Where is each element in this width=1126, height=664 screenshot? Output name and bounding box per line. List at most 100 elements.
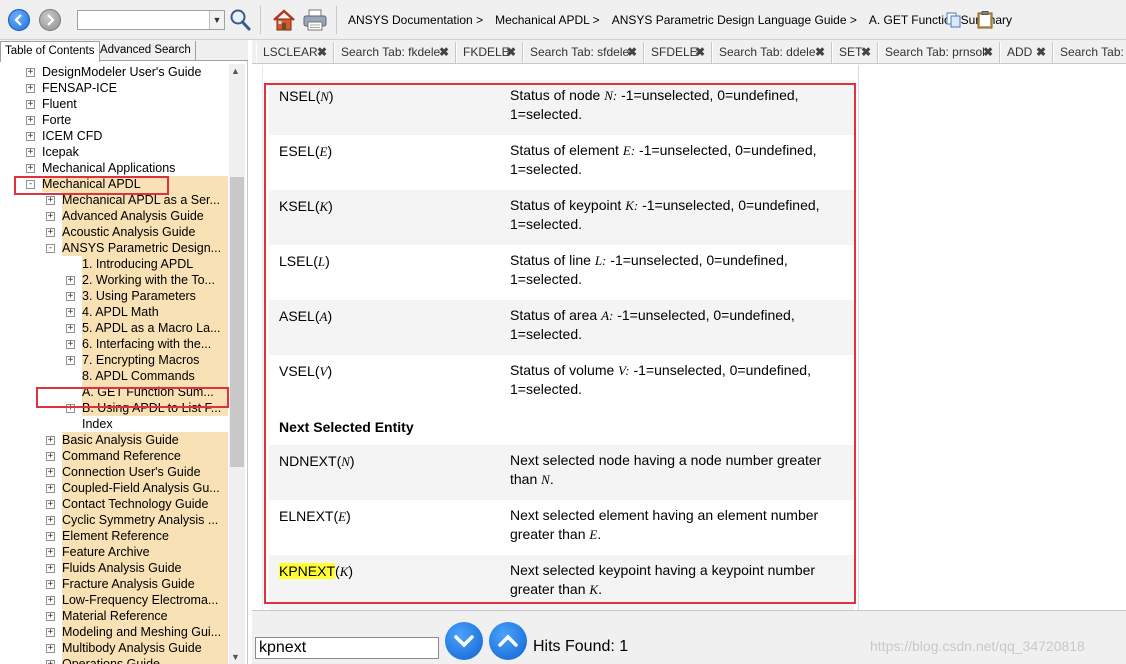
toc-item[interactable]: 8. APDL Commands — [0, 368, 230, 384]
toc-item[interactable]: + Mechanical Applications — [0, 160, 230, 176]
toc-item[interactable]: 1. Introducing APDL — [0, 256, 230, 272]
result-tab[interactable]: Search Tab: prnsol ✖ — [878, 42, 1000, 63]
expand-icon[interactable]: + — [46, 500, 55, 509]
toc-item[interactable]: + Fracture Analysis Guide — [0, 576, 230, 592]
toc-item[interactable]: + Modeling and Meshing Gui... — [0, 624, 230, 640]
toc-item[interactable]: + Basic Analysis Guide — [0, 432, 230, 448]
toc-item[interactable]: + Contact Technology Guide — [0, 496, 230, 512]
result-tab[interactable]: Search Tab: kp — [1053, 42, 1126, 63]
toc-item[interactable]: + Fluent — [0, 96, 230, 112]
close-icon[interactable]: ✖ — [627, 45, 637, 59]
clipboard-icon[interactable] — [977, 11, 993, 29]
expand-icon[interactable]: + — [26, 68, 35, 77]
expand-icon[interactable]: + — [46, 660, 55, 664]
breadcrumb-item[interactable]: ANSYS Documentation > — [348, 13, 483, 27]
tab-advanced-search[interactable]: Advanced Search — [96, 41, 196, 61]
result-tab[interactable]: Search Tab: sfdele ✖ — [523, 42, 644, 63]
breadcrumb-item[interactable]: Mechanical APDL > — [495, 13, 600, 27]
close-icon[interactable]: ✖ — [815, 45, 825, 59]
expand-icon[interactable]: + — [46, 548, 55, 557]
toc-item[interactable]: + Fluids Analysis Guide — [0, 560, 230, 576]
toc-item[interactable]: + Connection User's Guide — [0, 464, 230, 480]
expand-icon[interactable]: + — [26, 148, 35, 157]
toc-item[interactable]: +7. Encrypting Macros — [0, 352, 230, 368]
back-button[interactable] — [8, 9, 30, 31]
toc-item[interactable]: + Acoustic Analysis Guide — [0, 224, 230, 240]
toc-item[interactable]: +3. Using Parameters — [0, 288, 230, 304]
toc-item[interactable]: + Multibody Analysis Guide — [0, 640, 230, 656]
expand-icon[interactable]: + — [46, 628, 55, 637]
result-tab[interactable]: ADD ✖ — [1000, 42, 1053, 63]
result-tab[interactable]: Search Tab: fkdele ✖ — [334, 42, 456, 63]
copy-icon[interactable] — [946, 12, 962, 28]
expand-icon[interactable]: + — [46, 612, 55, 621]
expand-icon[interactable]: + — [46, 212, 55, 221]
expand-icon[interactable]: + — [66, 308, 75, 317]
search-combo-input[interactable]: ▼ — [77, 10, 225, 30]
close-icon[interactable]: ✖ — [1036, 45, 1046, 59]
expand-icon[interactable]: + — [46, 196, 55, 205]
tree-scrollbar[interactable]: ▲ ▼ — [229, 64, 245, 664]
toc-item[interactable]: + ICEM CFD — [0, 128, 230, 144]
find-previous-button[interactable] — [489, 622, 527, 660]
expand-icon[interactable]: + — [46, 452, 55, 461]
expand-icon[interactable]: + — [66, 324, 75, 333]
expand-icon[interactable]: + — [26, 116, 35, 125]
expand-icon[interactable]: + — [46, 468, 55, 477]
close-icon[interactable]: ✖ — [695, 45, 705, 59]
toc-item[interactable]: + Advanced Analysis Guide — [0, 208, 230, 224]
close-icon[interactable]: ✖ — [317, 45, 327, 59]
expand-icon[interactable]: + — [46, 532, 55, 541]
print-icon[interactable] — [303, 9, 327, 31]
toc-item[interactable]: +6. Interfacing with the... — [0, 336, 230, 352]
toc-item[interactable]: + Forte — [0, 112, 230, 128]
expand-icon[interactable]: + — [46, 564, 55, 573]
search-icon[interactable] — [228, 8, 252, 32]
result-tab[interactable]: SFDELE ✖ — [644, 42, 712, 63]
expand-icon[interactable]: + — [46, 484, 55, 493]
toc-item[interactable]: + Operations Guide — [0, 656, 230, 664]
toc-item[interactable]: + Element Reference — [0, 528, 230, 544]
toc-item[interactable]: + Cyclic Symmetry Analysis ... — [0, 512, 230, 528]
expand-icon[interactable]: + — [46, 596, 55, 605]
scroll-down-icon[interactable]: ▼ — [231, 652, 240, 662]
expand-icon[interactable]: + — [26, 132, 35, 141]
close-icon[interactable]: ✖ — [506, 45, 516, 59]
expand-icon[interactable]: + — [46, 580, 55, 589]
result-tab[interactable]: SET ✖ — [832, 42, 878, 63]
find-input[interactable] — [255, 637, 439, 659]
close-icon[interactable]: ✖ — [861, 45, 871, 59]
expand-icon[interactable]: + — [46, 516, 55, 525]
expand-icon[interactable]: + — [66, 276, 75, 285]
tab-table-of-contents[interactable]: Table of Contents — [0, 41, 100, 62]
forward-button[interactable] — [39, 9, 61, 31]
toc-item[interactable]: + Command Reference — [0, 448, 230, 464]
collapse-icon[interactable]: - — [46, 244, 55, 253]
toc-item[interactable]: - ANSYS Parametric Design... — [0, 240, 230, 256]
result-tab[interactable]: Search Tab: ddele ✖ — [712, 42, 832, 63]
expand-icon[interactable]: + — [66, 356, 75, 365]
result-tab[interactable]: FKDELE ✖ — [456, 42, 523, 63]
expand-icon[interactable]: + — [46, 436, 55, 445]
expand-icon[interactable]: + — [26, 100, 35, 109]
expand-icon[interactable]: + — [26, 84, 35, 93]
home-icon[interactable] — [272, 8, 296, 32]
chevron-down-icon[interactable]: ▼ — [209, 11, 224, 29]
close-icon[interactable]: ✖ — [983, 45, 993, 59]
expand-icon[interactable]: + — [46, 644, 55, 653]
find-next-button[interactable] — [445, 622, 483, 660]
breadcrumb-item[interactable]: ANSYS Parametric Design Language Guide > — [612, 13, 857, 27]
expand-icon[interactable]: + — [26, 164, 35, 173]
toc-item[interactable]: + Coupled-Field Analysis Gu... — [0, 480, 230, 496]
toc-item[interactable]: + DesignModeler User's Guide — [0, 64, 230, 80]
toc-item[interactable]: Index — [0, 416, 230, 432]
toc-item[interactable]: + Icepak — [0, 144, 230, 160]
toc-item[interactable]: +5. APDL as a Macro La... — [0, 320, 230, 336]
expand-icon[interactable]: + — [66, 292, 75, 301]
scrollbar-thumb[interactable] — [230, 177, 244, 467]
close-icon[interactable]: ✖ — [439, 45, 449, 59]
toc-item[interactable]: + Material Reference — [0, 608, 230, 624]
scroll-up-icon[interactable]: ▲ — [231, 66, 240, 76]
result-tab[interactable]: LSCLEAR ✖ — [256, 42, 334, 63]
toc-item[interactable]: +4. APDL Math — [0, 304, 230, 320]
